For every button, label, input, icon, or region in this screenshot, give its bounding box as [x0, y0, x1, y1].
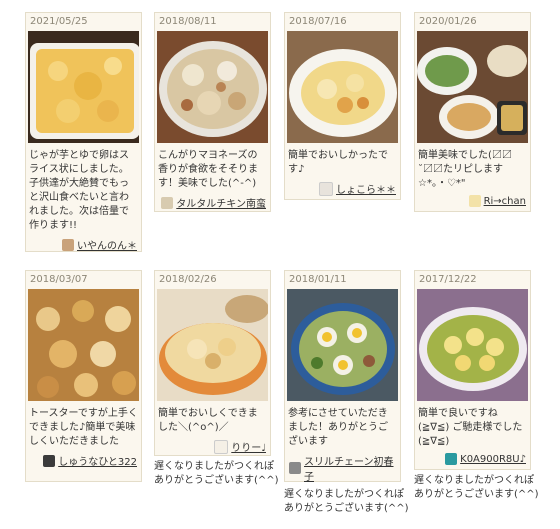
report-comment: じゃが芋とゆで卵はスライス状にしました。子供達が大絶賛でもっと沢山食べたいと言わ… [29, 150, 129, 231]
dish-photo[interactable] [287, 31, 398, 143]
dish-photo[interactable] [417, 289, 528, 401]
gratin-photo-image [28, 31, 139, 143]
report-card[interactable]: 2017/12/22 簡単で良いですね (≧∇≦) ご馳走様でした(≧∇≦) K… [414, 270, 531, 470]
reporter[interactable]: K0A900R8U♪ [415, 451, 530, 469]
user-avatar-icon [319, 181, 333, 196]
reporter-name[interactable]: しょこら＊＊ [336, 181, 396, 196]
report-date: 2018/03/07 [30, 274, 88, 285]
reporter[interactable]: スリルチェーン初春子 [285, 451, 400, 487]
report-card[interactable]: 2018/01/11 参考にさせていただきました！ありがとうございます スリルチ… [284, 270, 401, 483]
report-card[interactable]: 2018/07/16 簡単でおいしかったです♪ しょこら＊＊ [284, 12, 401, 200]
report-date: 2021/05/25 [30, 16, 88, 27]
report-comment: 簡単でおいしくできました＼(^o^)／ [158, 408, 258, 433]
reporter-name[interactable]: タルタルチキン南蛮 [176, 195, 266, 210]
report-card[interactable]: 2018/03/07 トースターですが上手くできました♪簡単で美味しくいただきま… [25, 270, 142, 482]
report-date: 2017/12/22 [419, 274, 477, 285]
report-date: 2018/07/16 [289, 16, 347, 27]
report-date: 2020/01/26 [419, 16, 477, 27]
user-avatar-icon [62, 238, 74, 251]
gratin-photo-image [287, 31, 398, 143]
dish-photo[interactable] [157, 31, 268, 143]
egg-dish-photo-image [287, 289, 398, 401]
reporter-name[interactable]: しゅうなひと322 [58, 453, 137, 468]
user-avatar-icon [445, 453, 458, 465]
reporter[interactable]: タルタルチキン南蛮 [155, 193, 270, 214]
reporter-name[interactable]: いやんのん＊ [77, 237, 137, 252]
report-comment: 簡単で良いですね (≧∇≦) ご馳走様でした(≧∇≦) [418, 408, 523, 447]
user-avatar-icon [214, 439, 229, 454]
report-date: 2018/08/11 [159, 16, 217, 27]
report-comment: こんがりマヨネーズの香りが食欲をそそります！美味でした(^-^) [158, 150, 258, 189]
gratin-photo-image [28, 289, 139, 401]
reporter-name[interactable]: りりー♩ [231, 439, 266, 454]
dish-photo[interactable] [28, 31, 139, 143]
dish-photo[interactable] [287, 289, 398, 401]
gratin-photo-image [157, 31, 268, 143]
report-date: 2018/01/11 [289, 274, 347, 285]
reporter[interactable]: しょこら＊＊ [285, 179, 400, 200]
reporter[interactable]: りりー♩ [155, 437, 270, 458]
dish-photo[interactable] [157, 289, 268, 401]
report-date: 2018/02/26 [159, 274, 217, 285]
author-reply: 遅くなりましたがつくれぽありがとうございます(^^) [154, 461, 279, 486]
report-card[interactable]: 2018/08/11 こんがりマヨネーズの香りが食欲をそそります！美味でした(^… [154, 12, 271, 212]
report-comment: 簡単でおいしかったです♪ [288, 150, 388, 175]
report-comment: トースターですが上手くできました♪簡単で美味しくいただきました [29, 408, 138, 447]
tsukurepo-grid: 2021/05/25 じゃが芋とゆで卵はスライス状にしました。子供達が大絶賛でも… [0, 0, 560, 529]
reporter[interactable]: しゅうなひと322 [26, 451, 141, 472]
reporter-name[interactable]: K0A900R8U♪ [460, 454, 526, 465]
user-avatar-icon [43, 454, 56, 467]
author-reply: 遅くなりましたがつくれぽありがとうございます(^^) [284, 489, 409, 514]
user-avatar-icon [468, 195, 481, 207]
gratin-photo-image [157, 289, 268, 401]
report-comment: 簡単美味でした(〼〼 ˘〼〼たリピします☆*。・♡*" [418, 150, 516, 189]
report-comment: 参考にさせていただきました！ありがとうございます [288, 408, 388, 447]
report-card[interactable]: 2021/05/25 じゃが芋とゆで卵はスライス状にしました。子供達が大絶賛でも… [25, 12, 142, 252]
report-card[interactable]: 2018/02/26 簡単でおいしくできました＼(^o^)／ りりー♩ [154, 270, 271, 456]
report-card[interactable]: 2020/01/26 簡単美味でした(〼〼 ˘〼〼たリピします☆*。・♡*" R… [414, 12, 531, 212]
user-avatar-icon [161, 196, 174, 209]
reporter[interactable]: Ri→chan [415, 193, 530, 211]
reporter-name[interactable]: スリルチェーン初春子 [304, 453, 396, 483]
dish-photo[interactable] [28, 289, 139, 401]
reporter-name[interactable]: Ri→chan [484, 196, 526, 207]
user-avatar-icon [289, 462, 301, 474]
reporter[interactable]: いやんのん＊ [26, 235, 141, 256]
dish-photo[interactable] [417, 31, 528, 143]
dinner-table-photo-image [417, 31, 528, 143]
egg-dish-photo-image [417, 289, 528, 401]
author-reply: 遅くなりましたがつくれぽありがとうございます(^^) [414, 475, 539, 500]
